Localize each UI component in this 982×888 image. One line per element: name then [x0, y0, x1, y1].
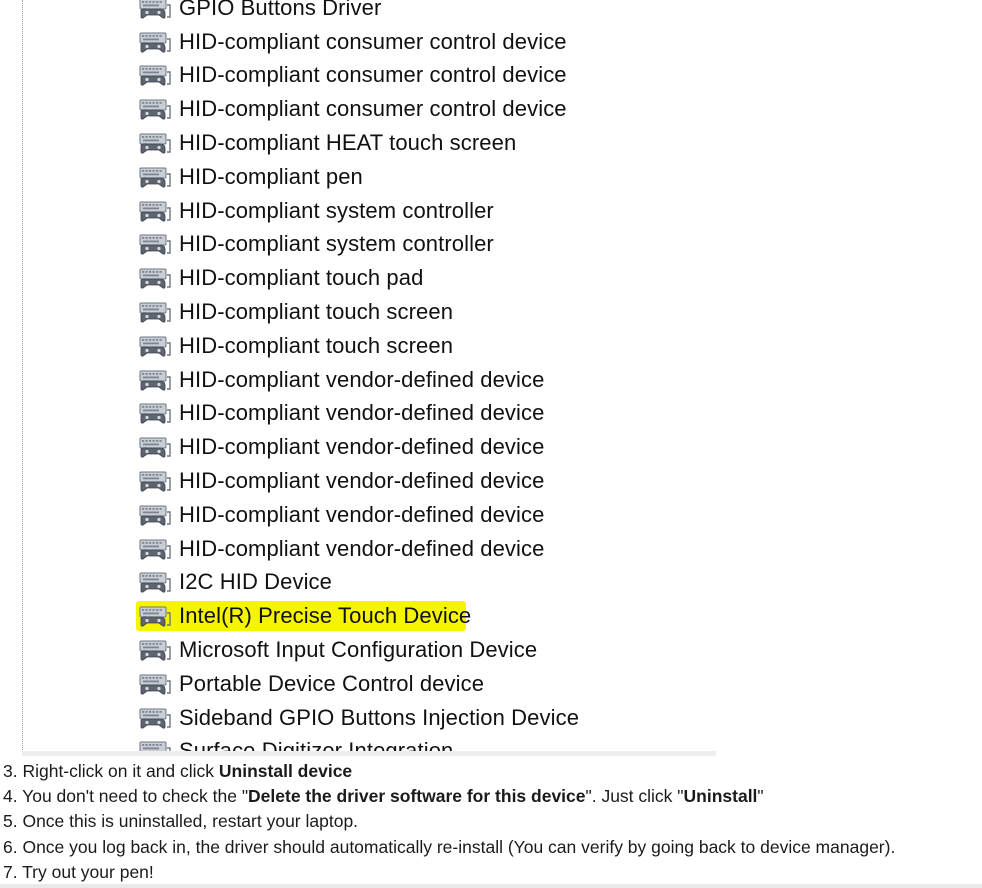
device-manager-screenshot: GPIO Buttons Driver HID-compliant consum… [0, 0, 716, 756]
hid-device-icon [138, 503, 171, 527]
hid-device-icon [138, 401, 171, 425]
hid-device-icon [138, 638, 171, 662]
device-label: I2C HID Device [179, 569, 332, 595]
device-item[interactable]: HID-compliant vendor-defined device [0, 430, 579, 464]
device-item[interactable]: HID-compliant system controller [0, 228, 579, 262]
hid-device-icon [138, 232, 171, 256]
hid-device-icon [138, 0, 171, 20]
hid-device-icon [138, 165, 171, 189]
hid-device-icon [138, 199, 171, 223]
device-item[interactable]: HID-compliant consumer control device [0, 92, 579, 126]
device-list: GPIO Buttons Driver HID-compliant consum… [0, 0, 579, 756]
step-emphasis: Uninstall device [218, 761, 353, 781]
step-text: ". Just click " [585, 786, 684, 807]
hid-device-icon [138, 604, 171, 628]
step-text: 5. Once this is uninstalled, restart you… [3, 811, 359, 832]
device-label: HID-compliant vendor-defined device [179, 400, 545, 426]
instruction-steps: 3. Right-click on it and click Uninstall… [0, 759, 982, 885]
hid-device-icon [138, 131, 171, 155]
device-label: Sideband GPIO Buttons Injection Device [179, 704, 580, 730]
device-label: HID-compliant touch pad [179, 265, 424, 291]
device-label: HID-compliant touch screen [179, 299, 454, 325]
step-text: 4. You don't need to check the " [3, 786, 249, 807]
device-label: HID-compliant vendor-defined device [179, 468, 545, 494]
device-item[interactable]: HID-compliant vendor-defined device [0, 532, 579, 566]
device-item[interactable]: HID-compliant vendor-defined device [0, 498, 579, 532]
instruction-step: 6. Once you log back in, the driver shou… [3, 835, 982, 860]
step-emphasis: Delete the driver software for this devi… [248, 786, 586, 807]
device-item[interactable]: I2C HID Device [0, 566, 579, 600]
hid-device-icon [138, 63, 171, 87]
hid-device-icon [138, 435, 171, 459]
hid-device-icon [138, 30, 171, 54]
device-label: HID-compliant system controller [179, 197, 494, 223]
hid-device-icon [138, 266, 171, 290]
device-label: HID-compliant touch screen [179, 332, 454, 358]
device-label: HID-compliant pen [179, 163, 363, 189]
step-text: 7. Try out your pen! [3, 861, 154, 882]
instruction-step: 5. Once this is uninstalled, restart you… [3, 809, 982, 834]
page-bottom-divider [0, 884, 982, 888]
device-label: HID-compliant consumer control device [179, 96, 567, 122]
device-label: HID-compliant vendor-defined device [179, 366, 545, 392]
hid-device-icon [138, 97, 171, 121]
device-label: HID-compliant vendor-defined device [179, 535, 545, 561]
device-item[interactable]: HID-compliant pen [0, 160, 579, 194]
device-item[interactable]: GPIO Buttons Driver [0, 0, 579, 25]
device-label: GPIO Buttons Driver [179, 0, 382, 20]
device-item-highlighted[interactable]: Intel(R) Precise Touch Device [0, 599, 579, 633]
device-label: HID-compliant HEAT touch screen [179, 130, 517, 156]
device-item[interactable]: HID-compliant touch screen [0, 329, 579, 363]
device-item[interactable]: Portable Device Control device [0, 667, 579, 701]
hid-device-icon [138, 672, 171, 696]
device-item[interactable]: HID-compliant touch screen [0, 295, 579, 329]
device-item[interactable]: Microsoft Input Configuration Device [0, 633, 579, 667]
device-item[interactable]: HID-compliant touch pad [0, 261, 579, 295]
device-label: HID-compliant vendor-defined device [179, 501, 545, 527]
hid-device-icon [138, 706, 171, 730]
hid-device-icon [138, 469, 171, 493]
instruction-step: 3. Right-click on it and click Uninstall… [3, 759, 982, 784]
device-label: HID-compliant system controller [179, 231, 494, 257]
hid-device-icon [138, 300, 171, 324]
instruction-step: 4. You don't need to check the "Delete t… [3, 784, 982, 809]
device-item[interactable]: HID-compliant system controller [0, 194, 579, 228]
step-text: 6. Once you log back in, the driver shou… [3, 836, 896, 857]
device-item[interactable]: HID-compliant consumer control device [0, 25, 579, 59]
instruction-step: 7. Try out your pen! [3, 860, 982, 885]
device-item[interactable]: Sideband GPIO Buttons Injection Device [0, 701, 579, 735]
hid-device-icon [138, 334, 171, 358]
hid-device-icon [138, 537, 171, 561]
device-label: HID-compliant vendor-defined device [179, 434, 545, 460]
device-label: Intel(R) Precise Touch Device [179, 603, 472, 629]
device-label: Portable Device Control device [179, 670, 485, 696]
device-label: Microsoft Input Configuration Device [179, 637, 538, 663]
device-item[interactable]: HID-compliant vendor-defined device [0, 363, 579, 397]
device-label: HID-compliant consumer control device [179, 62, 567, 88]
device-label: HID-compliant consumer control device [179, 28, 567, 54]
screenshot-bottom-edge [22, 751, 716, 756]
device-item[interactable]: HID-compliant vendor-defined device [0, 397, 579, 431]
hid-device-icon [138, 570, 171, 594]
step-text: 3. Right-click on it and click [3, 761, 219, 781]
device-item[interactable]: HID-compliant HEAT touch screen [0, 126, 579, 160]
device-item[interactable]: HID-compliant vendor-defined device [0, 464, 579, 498]
step-text: " [757, 786, 764, 807]
hid-device-icon [138, 368, 171, 392]
device-item[interactable]: HID-compliant consumer control device [0, 59, 579, 93]
step-emphasis: Uninstall [683, 786, 758, 807]
